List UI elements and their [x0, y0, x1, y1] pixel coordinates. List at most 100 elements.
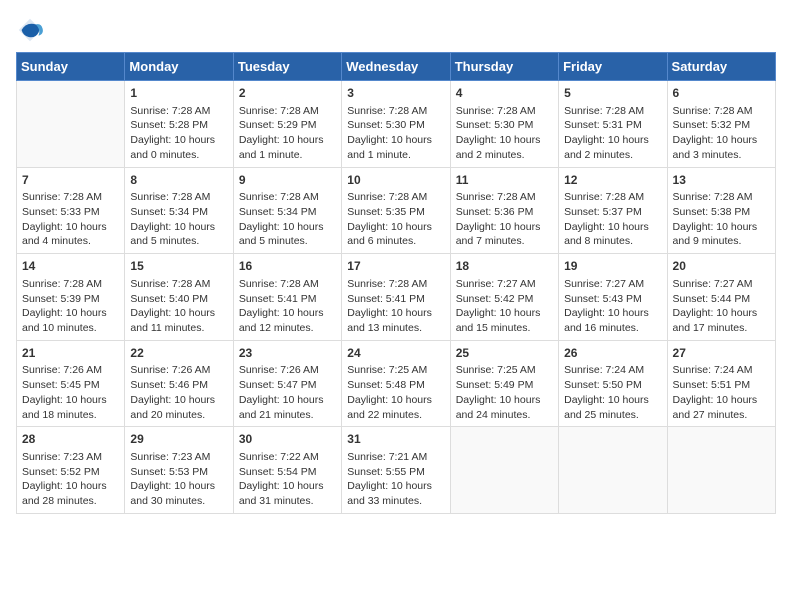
day-info-line: and 33 minutes. [347, 494, 444, 509]
day-info-line: and 5 minutes. [130, 234, 227, 249]
day-info-line: Daylight: 10 hours [22, 479, 119, 494]
header-day: Monday [125, 53, 233, 81]
day-info-line: Sunrise: 7:28 AM [347, 277, 444, 292]
calendar-cell: 18Sunrise: 7:27 AMSunset: 5:42 PMDayligh… [450, 254, 558, 341]
day-info-line: Daylight: 10 hours [673, 306, 770, 321]
day-info-line: Sunrise: 7:28 AM [239, 104, 336, 119]
day-info-line: and 28 minutes. [22, 494, 119, 509]
calendar-cell [17, 81, 125, 168]
day-info-line: and 22 minutes. [347, 408, 444, 423]
day-info-line: Sunrise: 7:22 AM [239, 450, 336, 465]
calendar-cell: 26Sunrise: 7:24 AMSunset: 5:50 PMDayligh… [559, 340, 667, 427]
day-number: 26 [564, 345, 661, 362]
day-info-line: Daylight: 10 hours [22, 393, 119, 408]
calendar-header: SundayMondayTuesdayWednesdayThursdayFrid… [17, 53, 776, 81]
logo-icon [16, 16, 44, 44]
day-info-line: Sunset: 5:52 PM [22, 465, 119, 480]
day-info-line: Sunset: 5:47 PM [239, 378, 336, 393]
day-info-line: Daylight: 10 hours [673, 393, 770, 408]
header-day: Friday [559, 53, 667, 81]
day-info-line: Daylight: 10 hours [130, 133, 227, 148]
day-info-line: Daylight: 10 hours [130, 306, 227, 321]
day-info-line: Daylight: 10 hours [239, 479, 336, 494]
day-info-line: Sunrise: 7:28 AM [239, 190, 336, 205]
day-info-line: Sunrise: 7:27 AM [564, 277, 661, 292]
day-info-line: Sunset: 5:48 PM [347, 378, 444, 393]
calendar-week-row: 14Sunrise: 7:28 AMSunset: 5:39 PMDayligh… [17, 254, 776, 341]
calendar-cell: 22Sunrise: 7:26 AMSunset: 5:46 PMDayligh… [125, 340, 233, 427]
day-number: 4 [456, 85, 553, 102]
day-info-line: and 2 minutes. [564, 148, 661, 163]
day-info-line: and 1 minute. [239, 148, 336, 163]
day-info-line: and 21 minutes. [239, 408, 336, 423]
calendar-week-row: 1Sunrise: 7:28 AMSunset: 5:28 PMDaylight… [17, 81, 776, 168]
calendar-cell: 3Sunrise: 7:28 AMSunset: 5:30 PMDaylight… [342, 81, 450, 168]
day-info-line: Sunset: 5:28 PM [130, 118, 227, 133]
day-info-line: Sunrise: 7:21 AM [347, 450, 444, 465]
calendar-cell: 21Sunrise: 7:26 AMSunset: 5:45 PMDayligh… [17, 340, 125, 427]
day-info-line: Sunset: 5:31 PM [564, 118, 661, 133]
day-number: 31 [347, 431, 444, 448]
day-info-line: Sunset: 5:50 PM [564, 378, 661, 393]
day-number: 20 [673, 258, 770, 275]
day-number: 2 [239, 85, 336, 102]
calendar-week-row: 7Sunrise: 7:28 AMSunset: 5:33 PMDaylight… [17, 167, 776, 254]
day-info-line: Sunset: 5:30 PM [347, 118, 444, 133]
day-number: 7 [22, 172, 119, 189]
day-info-line: Sunset: 5:41 PM [239, 292, 336, 307]
day-info-line: Daylight: 10 hours [564, 306, 661, 321]
day-info-line: Daylight: 10 hours [456, 220, 553, 235]
day-number: 10 [347, 172, 444, 189]
day-info-line: Sunset: 5:45 PM [22, 378, 119, 393]
calendar-cell: 4Sunrise: 7:28 AMSunset: 5:30 PMDaylight… [450, 81, 558, 168]
day-number: 3 [347, 85, 444, 102]
day-info-line: Daylight: 10 hours [564, 393, 661, 408]
calendar-table: SundayMondayTuesdayWednesdayThursdayFrid… [16, 52, 776, 514]
calendar-cell: 5Sunrise: 7:28 AMSunset: 5:31 PMDaylight… [559, 81, 667, 168]
day-info-line: Sunset: 5:29 PM [239, 118, 336, 133]
day-info-line: and 2 minutes. [456, 148, 553, 163]
day-info-line: Sunset: 5:35 PM [347, 205, 444, 220]
calendar-cell: 17Sunrise: 7:28 AMSunset: 5:41 PMDayligh… [342, 254, 450, 341]
day-info-line: Sunset: 5:42 PM [456, 292, 553, 307]
day-info-line: Sunrise: 7:25 AM [456, 363, 553, 378]
day-info-line: and 4 minutes. [22, 234, 119, 249]
day-info-line: Daylight: 10 hours [239, 306, 336, 321]
day-info-line: Sunrise: 7:26 AM [239, 363, 336, 378]
day-info-line: and 7 minutes. [456, 234, 553, 249]
day-info-line: Daylight: 10 hours [22, 306, 119, 321]
calendar-cell [450, 427, 558, 514]
day-number: 15 [130, 258, 227, 275]
day-info-line: Sunset: 5:40 PM [130, 292, 227, 307]
day-number: 29 [130, 431, 227, 448]
day-info-line: Daylight: 10 hours [564, 220, 661, 235]
day-info-line: Sunset: 5:30 PM [456, 118, 553, 133]
day-info-line: Daylight: 10 hours [347, 133, 444, 148]
day-number: 24 [347, 345, 444, 362]
day-info-line: Sunrise: 7:25 AM [347, 363, 444, 378]
calendar-cell: 29Sunrise: 7:23 AMSunset: 5:53 PMDayligh… [125, 427, 233, 514]
day-number: 9 [239, 172, 336, 189]
logo [16, 16, 48, 44]
day-info-line: Daylight: 10 hours [347, 306, 444, 321]
day-number: 28 [22, 431, 119, 448]
day-info-line: and 5 minutes. [239, 234, 336, 249]
calendar-cell: 20Sunrise: 7:27 AMSunset: 5:44 PMDayligh… [667, 254, 775, 341]
calendar-cell [559, 427, 667, 514]
day-info-line: Sunset: 5:41 PM [347, 292, 444, 307]
day-number: 5 [564, 85, 661, 102]
day-info-line: Sunset: 5:34 PM [239, 205, 336, 220]
day-info-line: Sunset: 5:36 PM [456, 205, 553, 220]
header-day: Sunday [17, 53, 125, 81]
day-info-line: Sunrise: 7:24 AM [564, 363, 661, 378]
day-info-line: Daylight: 10 hours [673, 220, 770, 235]
calendar-cell: 1Sunrise: 7:28 AMSunset: 5:28 PMDaylight… [125, 81, 233, 168]
day-info-line: and 18 minutes. [22, 408, 119, 423]
day-info-line: Sunrise: 7:26 AM [22, 363, 119, 378]
day-number: 1 [130, 85, 227, 102]
calendar-cell: 30Sunrise: 7:22 AMSunset: 5:54 PMDayligh… [233, 427, 341, 514]
calendar-cell [667, 427, 775, 514]
day-info-line: and 17 minutes. [673, 321, 770, 336]
day-info-line: Sunrise: 7:23 AM [22, 450, 119, 465]
day-info-line: Daylight: 10 hours [239, 393, 336, 408]
